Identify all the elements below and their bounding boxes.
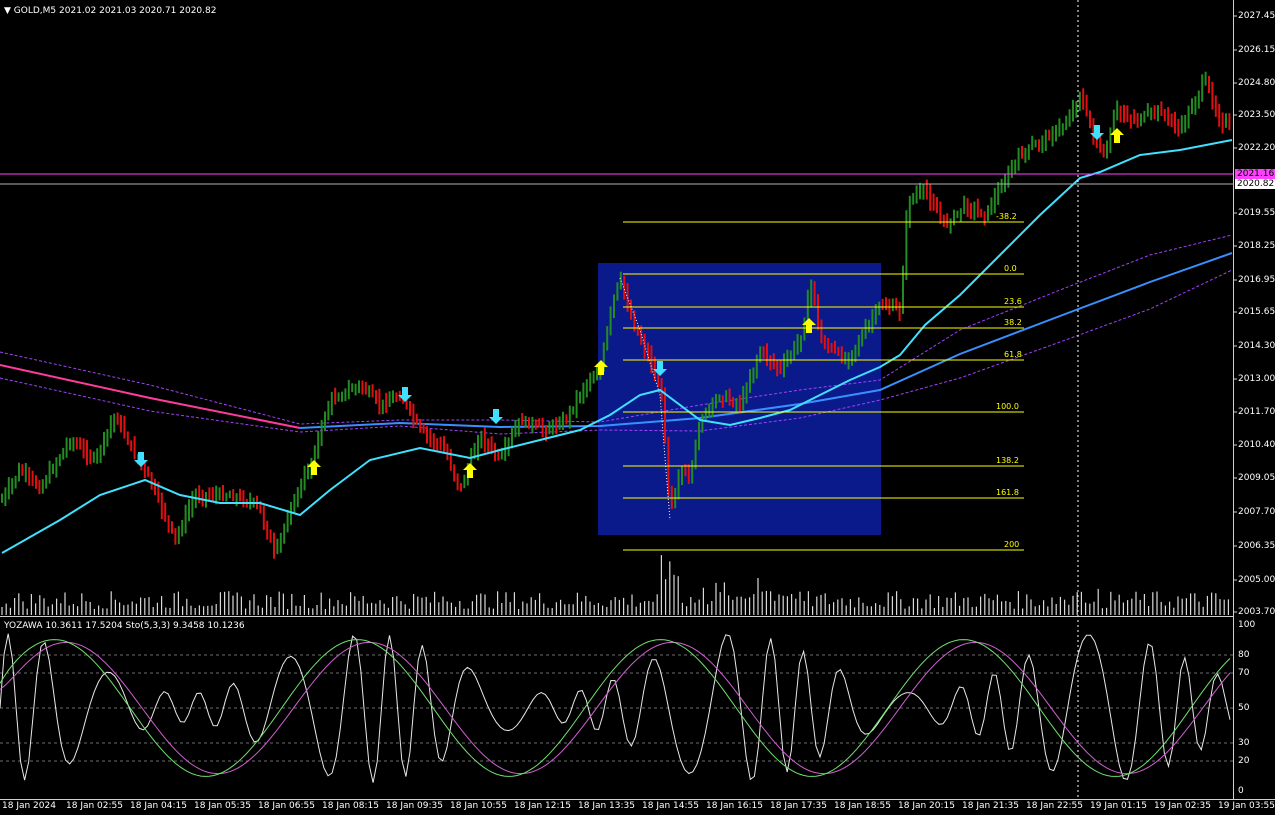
price-tick-label: 2013.00 (1238, 374, 1275, 384)
time-tick-label: 18 Jan 20:15 (898, 801, 955, 811)
symbol-ohlc-text: GOLD,M5 2021.02 2021.03 2020.71 2020.82 (13, 6, 217, 16)
time-tick-label: 18 Jan 04:15 (130, 801, 187, 811)
price-tick-label: 2019.55 (1238, 208, 1275, 218)
price-tick-label: 2016.95 (1238, 275, 1275, 285)
price-tick-label: 2015.65 (1238, 307, 1275, 317)
time-axis-border (0, 799, 1275, 800)
time-tick-label: 19 Jan 03:55 (1218, 801, 1275, 811)
menu-caret-icon[interactable]: ▼ (4, 6, 11, 16)
price-tick-label: 2024.80 (1238, 78, 1275, 88)
price-tick-label: 2005.00 (1238, 575, 1275, 585)
chart-window[interactable]: ▼ GOLD,M5 2021.02 2021.03 2020.71 2020.8… (0, 0, 1275, 815)
fibonacci-level-label: 0.0 (1004, 264, 1017, 273)
price-tick-label: 2026.15 (1238, 45, 1275, 55)
price-tick-label: 2018.25 (1238, 241, 1275, 251)
price-axis-border (1233, 0, 1234, 800)
time-tick-label: 18 Jan 02:55 (66, 801, 123, 811)
buy-arrow-icon (307, 460, 321, 475)
symbol-header: ▼ GOLD,M5 2021.02 2021.03 2020.71 2020.8… (4, 6, 216, 16)
time-tick-label: 18 Jan 2024 (2, 801, 56, 811)
indicator-tick-label: 0 (1238, 786, 1244, 796)
price-tick-label: 2006.35 (1238, 541, 1275, 551)
price-tick-label: 2010.40 (1238, 440, 1275, 450)
time-tick-label: 18 Jan 08:15 (322, 801, 379, 811)
indicator-tick-label: 50 (1238, 703, 1250, 713)
pane-separator[interactable] (0, 616, 1233, 617)
time-tick-label: 18 Jan 21:35 (962, 801, 1019, 811)
indicator-tick-label: 100 (1238, 620, 1256, 630)
sell-arrow-icon (134, 452, 148, 467)
fibonacci-level-label: 200 (1004, 540, 1020, 549)
price-tick-label: 2003.70 (1238, 607, 1275, 617)
magenta-line-price-tag: 2021.16 (1235, 169, 1275, 179)
time-tick-label: 18 Jan 12:15 (514, 801, 571, 811)
time-tick-label: 18 Jan 13:35 (578, 801, 635, 811)
price-chart-canvas[interactable] (0, 0, 1275, 815)
price-tick-label: 2011.70 (1238, 407, 1275, 417)
time-tick-label: 18 Jan 09:35 (386, 801, 443, 811)
time-tick-label: 18 Jan 18:55 (834, 801, 891, 811)
fibonacci-level-label: 138.2 (996, 456, 1019, 465)
price-tick-label: 2009.05 (1238, 473, 1275, 483)
time-tick-label: 19 Jan 02:35 (1154, 801, 1211, 811)
indicator-tick-label: 80 (1238, 650, 1250, 660)
price-tick-label: 2007.70 (1238, 507, 1275, 517)
fibonacci-level-label: 161.8 (996, 488, 1019, 497)
fibonacci-level-label: 23.6 (1004, 297, 1022, 306)
time-tick-label: 19 Jan 01:15 (1090, 801, 1147, 811)
indicator-tick-label: 30 (1238, 738, 1250, 748)
time-tick-label: 18 Jan 10:55 (450, 801, 507, 811)
fibonacci-level-label: 100.0 (996, 402, 1019, 411)
sell-arrow-icon (489, 409, 503, 424)
indicator-tick-label: 70 (1238, 668, 1250, 678)
fibonacci-level-label: 61.8 (1004, 350, 1022, 359)
time-tick-label: 18 Jan 17:35 (770, 801, 827, 811)
price-tick-label: 2014.30 (1238, 341, 1275, 351)
price-tick-label: 2027.45 (1238, 11, 1275, 21)
current-price-tag: 2020.82 (1235, 179, 1275, 189)
time-tick-label: 18 Jan 22:55 (1026, 801, 1083, 811)
time-tick-label: 18 Jan 05:35 (194, 801, 251, 811)
price-tick-label: 2022.20 (1238, 143, 1275, 153)
time-tick-label: 18 Jan 14:55 (642, 801, 699, 811)
indicator-tick-label: 20 (1238, 756, 1250, 766)
time-tick-label: 18 Jan 06:55 (258, 801, 315, 811)
buy-arrow-icon (1110, 128, 1124, 143)
price-tick-label: 2023.50 (1238, 110, 1275, 120)
sell-arrow-icon (1090, 125, 1104, 140)
time-tick-label: 18 Jan 16:15 (706, 801, 763, 811)
pink-moving-average (0, 364, 301, 429)
fibonacci-level-label: 38.2 (1004, 318, 1022, 327)
fibonacci-level-label: -38.2 (996, 212, 1017, 221)
indicator-header: YOZAWA 10.3611 17.5204 Sto(5,3,3) 9.3458… (4, 621, 245, 631)
